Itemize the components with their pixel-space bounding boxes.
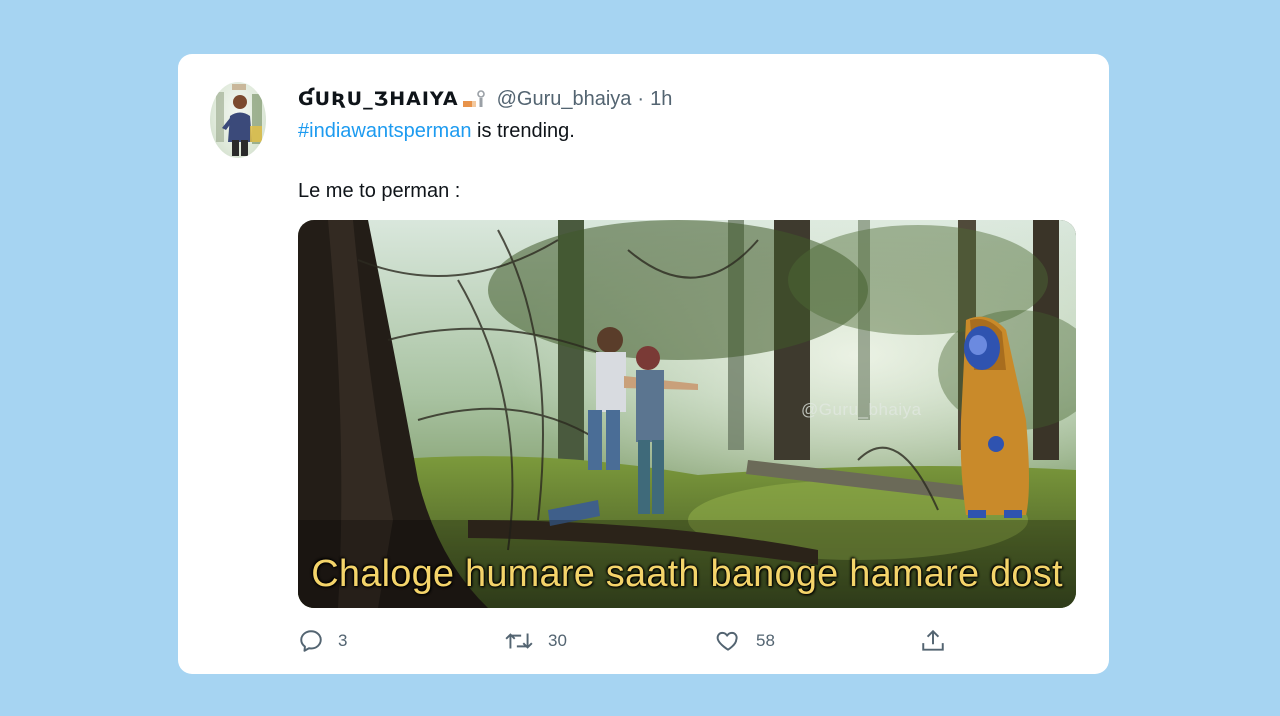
tweet-header: ƓUƦU_ƷHAIYA @Guru_bhaiya · 1h: [298, 86, 672, 112]
tweet-timestamp[interactable]: 1h: [650, 88, 672, 111]
like-button[interactable]: 58: [714, 626, 775, 656]
share-icon: [922, 629, 944, 651]
tweet-text-rest: is trending.: [471, 120, 575, 142]
media-subtitle: Chaloge humare saath banoge hamare dost: [311, 553, 1063, 595]
tweet-card: ƓUƦU_ƷHAIYA @Guru_bhaiya · 1h #indiawant…: [178, 54, 1109, 674]
heart-icon: [716, 631, 738, 651]
reply-button[interactable]: 3: [298, 626, 347, 656]
user-handle[interactable]: @Guru_bhaiya: [497, 88, 632, 111]
reply-count: 3: [338, 631, 348, 650]
reply-icon: [300, 630, 322, 652]
retweet-icon: [505, 633, 533, 649]
tweet-text: #indiawantsperman is trending.: [298, 118, 575, 144]
tweet-actions: 3 30 58: [298, 626, 958, 656]
pencil-emoji-icon: [461, 89, 487, 109]
separator-dot: ·: [637, 87, 645, 110]
like-count: 58: [756, 631, 775, 650]
share-button[interactable]: [920, 626, 960, 656]
tweet-text-line2: Le me to perman :: [298, 180, 461, 202]
avatar[interactable]: [210, 82, 266, 158]
display-name[interactable]: ƓUƦU_ƷHAIYA: [298, 88, 459, 110]
retweet-button[interactable]: 30: [504, 626, 567, 656]
retweet-count: 30: [548, 631, 567, 650]
hashtag-link[interactable]: #indiawantsperman: [298, 120, 471, 142]
media-watermark: @Guru_bhaiya: [801, 400, 922, 419]
tweet-media-image[interactable]: @Guru_bhaiya Chaloge humare saath banoge…: [298, 220, 1076, 608]
